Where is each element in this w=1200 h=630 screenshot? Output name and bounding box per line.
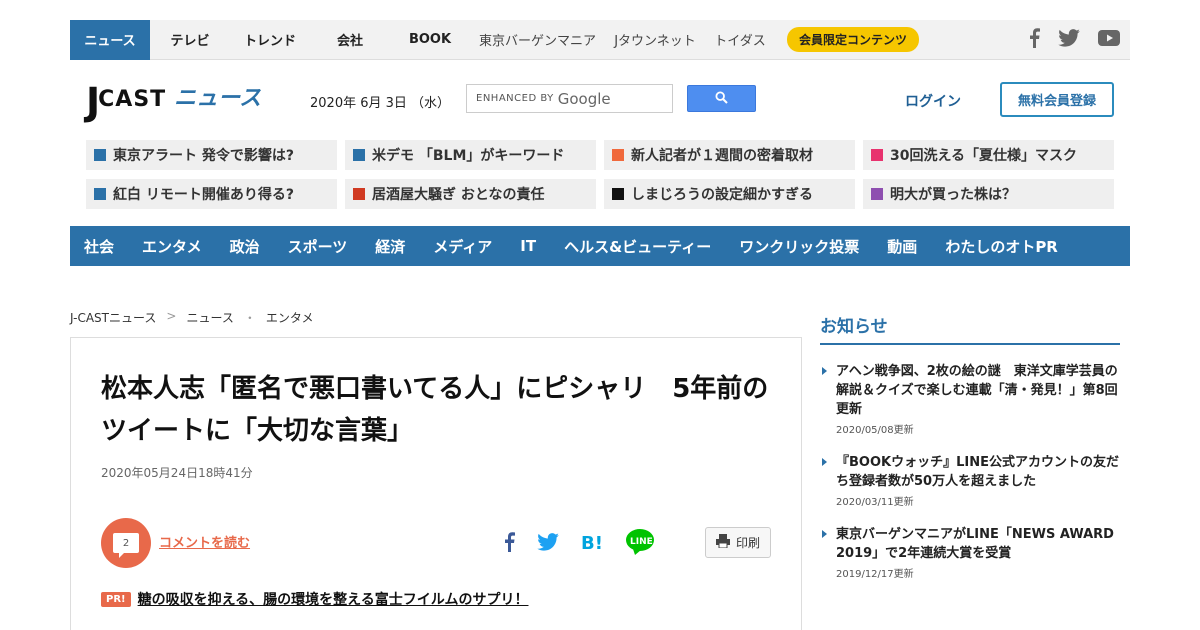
breadcrumb-news[interactable]: ニュース [186, 309, 233, 326]
notice-date: 2020/05/08更新 [836, 425, 914, 436]
divider [820, 343, 1120, 345]
top-nav-toidasu[interactable]: トイダス [705, 20, 775, 60]
category-watashi-no-oto-pr[interactable]: わたしのオトPR [945, 236, 1058, 257]
trend-item[interactable]: 30回洗える「夏仕様」マスク [863, 140, 1114, 170]
facebook-share-icon[interactable] [503, 531, 515, 557]
breadcrumb-home[interactable]: J-CASTニュース [70, 309, 156, 326]
category-entertainment[interactable]: エンタメ [142, 236, 202, 257]
members-only-button[interactable]: 会員限定コンテンツ [787, 27, 920, 52]
twitter-share-icon[interactable] [537, 533, 559, 555]
category-it[interactable]: IT [520, 237, 536, 255]
top-nav-news[interactable]: ニュース [70, 19, 150, 60]
breadcrumb-separator: ・ [243, 311, 256, 325]
youtube-icon[interactable] [1098, 30, 1120, 50]
trend-item[interactable]: 紅白 リモート開催あり得る? [86, 179, 337, 209]
facebook-icon[interactable] [1028, 28, 1040, 52]
color-square [94, 149, 106, 161]
google-logo: Google [557, 89, 611, 108]
page: ニュース テレビ トレンド 会社 BOOK 東京バーゲンマニア Jタウンネット … [0, 0, 1200, 630]
article-card: 松本人志「匿名で悪口書いてる人」にピシャリ 5年前のツイートに「大切な言葉」 2… [70, 337, 802, 630]
trend-item[interactable]: 東京アラート 発令で影響は? [86, 140, 337, 170]
category-one-click-vote[interactable]: ワンクリック投票 [739, 236, 859, 257]
current-date: 2020年 6月 3日 （水） [310, 96, 451, 111]
comment-icon: 2 [113, 533, 139, 558]
search-enhanced-label: ENHANCED BY [476, 93, 554, 104]
top-nav-book[interactable]: BOOK [390, 20, 470, 60]
print-label: 印刷 [735, 536, 760, 550]
svg-text:B!: B! [581, 533, 603, 552]
comment-button[interactable]: 2 [101, 518, 151, 568]
search-button[interactable] [687, 85, 756, 112]
breadcrumb-entertainment[interactable]: エンタメ [266, 309, 314, 326]
notice-date: 2020/03/11更新 [836, 497, 914, 508]
color-square [871, 149, 883, 161]
category-health-beauty[interactable]: ヘルス&ビューティー [564, 236, 711, 257]
category-politics[interactable]: 政治 [230, 236, 260, 257]
pr-tag: PR! [101, 591, 131, 607]
list-item[interactable]: アヘン戦争図、2枚の絵の謎 東洋文庫学芸員の解説＆クイズで楽しむ連載「清・発見！… [820, 362, 1120, 436]
category-media[interactable]: メディア [433, 236, 492, 257]
color-square [871, 188, 883, 200]
top-nav-j-town-net[interactable]: Jタウンネット [605, 20, 705, 60]
trend-item[interactable]: 居酒屋大騒ぎ おとなの責任 [345, 179, 596, 209]
printer-icon [715, 534, 730, 551]
notices-list: アヘン戦争図、2枚の絵の謎 東洋文庫学芸員の解説＆クイズで楽しむ連載「清・発見！… [820, 362, 1120, 597]
category-economy[interactable]: 経済 [375, 236, 405, 257]
breadcrumb-separator: > [166, 309, 177, 323]
twitter-icon[interactable] [1058, 29, 1080, 51]
color-square [612, 188, 624, 200]
top-navigation: ニュース テレビ トレンド 会社 BOOK 東京バーゲンマニア Jタウンネット … [70, 19, 1130, 60]
trend-item[interactable]: しまじろうの設定細かすぎる [604, 179, 855, 209]
print-button[interactable]: 印刷 [705, 527, 771, 558]
category-society[interactable]: 社会 [84, 236, 114, 257]
line-share-icon[interactable]: LINE [625, 528, 655, 560]
category-video[interactable]: 動画 [887, 236, 917, 257]
site-logo[interactable]: J CAST ニュース [86, 80, 261, 122]
comment-count: 2 [122, 537, 130, 549]
register-button[interactable]: 無料会員登録 [1000, 82, 1114, 117]
top-nav-tv[interactable]: テレビ [150, 20, 230, 60]
hatena-bookmark-icon[interactable]: B! [581, 532, 603, 556]
pr-link-row: PR! 糖の吸収を抑える、腸の環境を整える富士フイルムのサプリ！ [101, 589, 528, 609]
trend-item[interactable]: 新人記者が１週間の密着取材 [604, 140, 855, 170]
search-input[interactable]: ENHANCED BY Google [466, 84, 673, 113]
svg-text:LINE: LINE [630, 537, 653, 547]
category-sports[interactable]: スポーツ [288, 236, 348, 257]
read-comments-link[interactable]: コメントを読む [159, 532, 250, 551]
article-published-date: 2020年05月24日18時41分 [101, 466, 253, 480]
top-nav-company[interactable]: 会社 [310, 20, 390, 60]
trend-item[interactable]: 明大が買った株は？ [863, 179, 1114, 209]
trend-item[interactable]: 米デモ 「BLM」がキーワード [345, 140, 596, 170]
color-square [94, 188, 106, 200]
trending-topics: 東京アラート 発令で影響は? 米デモ 「BLM」がキーワード 新人記者が１週間の… [86, 140, 1114, 209]
share-buttons: B! LINE [503, 528, 655, 560]
top-nav-bargain-mania[interactable]: 東京バーゲンマニア [470, 20, 605, 60]
top-nav-trend[interactable]: トレンド [230, 20, 310, 60]
search-icon [715, 89, 728, 108]
notice-text: 東京バーゲンマニアがLINE「NEWS AWARD 2019」で2年連続大賞を受… [836, 527, 1114, 561]
color-square [353, 188, 365, 200]
color-square [353, 149, 365, 161]
login-link[interactable]: ログイン [905, 91, 961, 111]
notices-title: お知らせ [820, 317, 888, 337]
list-item[interactable]: 『BOOKウォッチ』LINE公式アカウントの友だち登録者数が50万人を超えました… [820, 453, 1120, 508]
notice-text: アヘン戦争図、2枚の絵の謎 東洋文庫学芸員の解説＆クイズで楽しむ連載「清・発見！… [836, 364, 1118, 417]
list-item[interactable]: 東京バーゲンマニアがLINE「NEWS AWARD 2019」で2年連続大賞を受… [820, 525, 1120, 580]
pr-link[interactable]: 糖の吸収を抑える、腸の環境を整える富士フイルムのサプリ！ [138, 589, 529, 609]
color-square [612, 149, 624, 161]
article-title: 松本人志「匿名で悪口書いてる人」にピシャリ 5年前のツイートに「大切な言葉」 [101, 374, 769, 446]
notice-text: 『BOOKウォッチ』LINE公式アカウントの友だち登録者数が50万人を超えました [836, 455, 1119, 489]
breadcrumb: J-CASTニュース > ニュース ・ エンタメ [70, 309, 314, 326]
notice-date: 2019/12/17更新 [836, 569, 914, 580]
social-links [1028, 28, 1120, 52]
category-navigation: 社会 エンタメ 政治 スポーツ 経済 メディア IT ヘルス&ビューティー ワン… [70, 226, 1130, 266]
